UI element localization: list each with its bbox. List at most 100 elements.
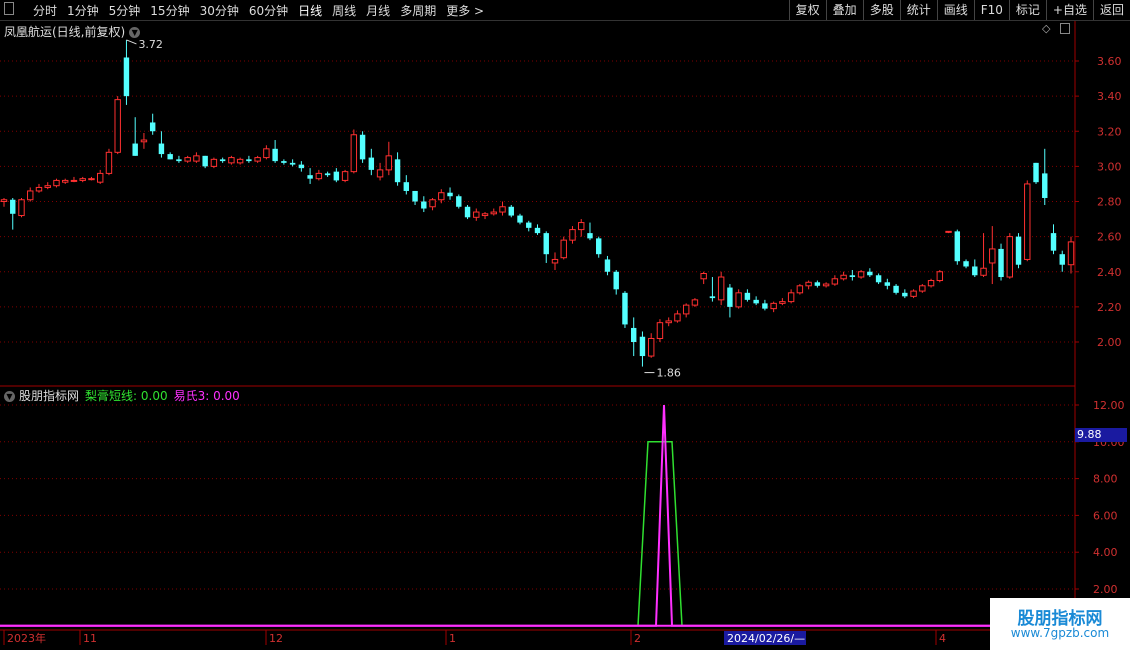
candle-body <box>980 267 987 276</box>
candle-body <box>508 206 514 216</box>
candle-body <box>1015 236 1022 265</box>
candle-body <box>560 239 567 259</box>
candle-body <box>429 199 436 208</box>
candle-body <box>394 159 401 183</box>
chart-title-bar: 凤凰航运(日线,前复权) ▼ <box>4 23 141 40</box>
candle-body <box>298 164 305 169</box>
candle-body <box>805 281 812 287</box>
chevron-down-icon[interactable]: ▼ <box>4 391 15 402</box>
candle-body <box>630 327 637 342</box>
indicator-name[interactable]: 股朋指标网 <box>19 389 79 403</box>
candle-body <box>281 161 287 163</box>
candle-body <box>324 173 331 176</box>
candle-body <box>1033 162 1039 183</box>
candle-body <box>18 199 25 217</box>
candle-body <box>44 185 51 188</box>
x-tick-label: 1 <box>449 632 456 645</box>
y-tick-label: 2.80 <box>1097 196 1122 209</box>
candle-body <box>1024 183 1031 260</box>
cursor-date-label: 2024/02/26/— <box>727 632 805 645</box>
candle-body <box>543 233 549 255</box>
panel-toggle-icon[interactable] <box>1060 23 1070 34</box>
candle-body <box>902 292 908 297</box>
candle-body <box>421 201 427 209</box>
candle-body <box>753 299 759 304</box>
candle-body <box>831 278 839 285</box>
candle-body <box>315 172 323 180</box>
watermark: 股朋指标网 www.7gpzb.com <box>990 598 1130 650</box>
candle-body <box>822 283 830 287</box>
candle-body <box>622 292 628 325</box>
candle-body <box>158 143 165 155</box>
candle-body <box>998 248 1004 278</box>
candle-body <box>972 266 978 276</box>
candle-body <box>796 285 804 294</box>
candle-body <box>140 139 148 143</box>
candle-body <box>464 206 471 218</box>
candle-body <box>368 157 375 170</box>
candle-body <box>526 222 532 228</box>
indicator-series2-line <box>0 404 1075 627</box>
candle-body <box>814 282 821 286</box>
watermark-url: www.7gpzb.com <box>1010 626 1110 640</box>
y-tick-label: 2.20 <box>1097 301 1122 314</box>
candle-body <box>10 199 16 214</box>
candle-body <box>228 157 235 164</box>
candle-body <box>945 230 952 233</box>
candle-body <box>88 178 95 181</box>
candle-body <box>534 227 541 234</box>
chart-canvas[interactable]: 3.603.403.203.002.802.602.402.202.0012.0… <box>0 0 1130 650</box>
indicator-tick-label: 8.00 <box>1093 473 1118 486</box>
indicator-value-box: 9.88 <box>1075 428 1127 442</box>
candle-body <box>770 302 777 310</box>
candle-body <box>254 157 261 162</box>
candle-body <box>53 179 60 187</box>
indicator-series2-label: 易氏3: 0.00 <box>173 389 240 403</box>
candle-body <box>840 274 847 280</box>
y-tick-label: 3.40 <box>1097 90 1122 103</box>
y-tick-label: 3.20 <box>1097 125 1122 138</box>
candle-body <box>596 238 602 255</box>
diamond-icon[interactable]: ◇ <box>1042 22 1050 35</box>
candle-body <box>62 179 69 183</box>
candle-body <box>744 292 751 300</box>
candle-body <box>700 273 707 280</box>
candle-body <box>219 159 226 162</box>
candle-body <box>1050 233 1057 251</box>
candle-body <box>936 271 944 282</box>
candle-body <box>236 158 244 164</box>
candle-body <box>412 190 418 202</box>
candle-body <box>578 222 585 231</box>
candle-body <box>149 122 156 132</box>
candle-body <box>989 248 996 264</box>
indicator-title-bar: ▼ 股朋指标网 梨膏短线: 0.00 易氏3: 0.00 <box>4 387 240 404</box>
y-tick-label: 3.00 <box>1097 160 1122 173</box>
candle-body <box>350 134 358 173</box>
candle-body <box>333 171 340 181</box>
indicator-series1-line <box>0 441 1075 627</box>
candle-body <box>1067 241 1075 266</box>
candle-body <box>438 192 445 201</box>
candle-body <box>919 285 926 292</box>
candle-body <box>613 271 619 290</box>
candle-body <box>779 301 786 304</box>
candle-body <box>123 57 130 97</box>
candle-body <box>674 313 681 322</box>
candle-body <box>1042 173 1048 198</box>
candle-body <box>1006 236 1013 278</box>
candle-body <box>1059 254 1065 265</box>
candle-body <box>481 213 489 217</box>
candle-body <box>447 192 453 197</box>
candle-body <box>857 271 865 278</box>
candle-body <box>70 179 78 182</box>
candle-body <box>263 148 270 159</box>
high-price-label: 3.72 <box>138 38 163 51</box>
chevron-down-icon[interactable]: ▼ <box>129 27 141 38</box>
candle-body <box>867 271 873 276</box>
candle-body <box>272 148 278 162</box>
candle-body <box>849 275 856 278</box>
stock-title[interactable]: 凤凰航运(日线,前复权) <box>4 25 125 39</box>
y-tick-label: 2.40 <box>1097 266 1122 279</box>
candle-body <box>132 143 138 156</box>
candle-body <box>35 186 43 192</box>
